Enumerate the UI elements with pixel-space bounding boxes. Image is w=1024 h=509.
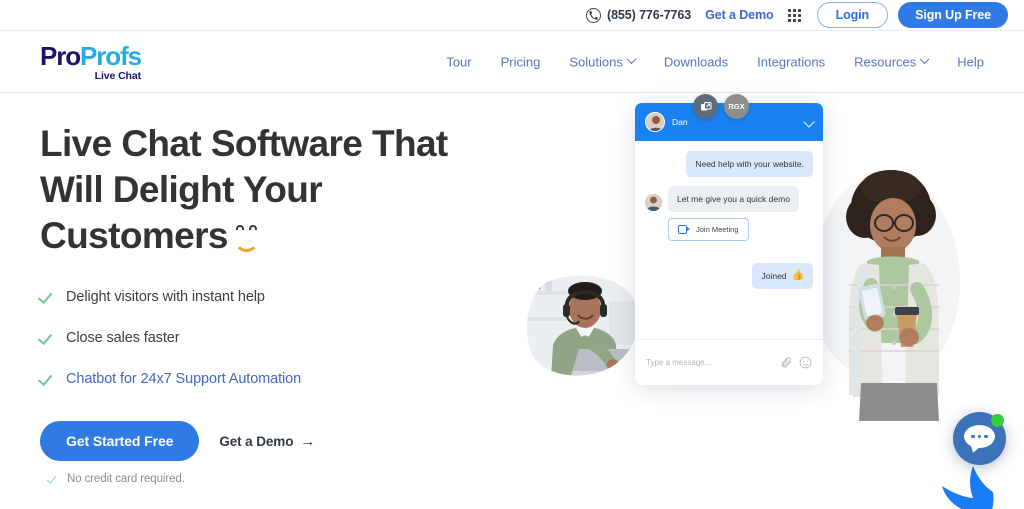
agent-avatar xyxy=(645,112,665,132)
phone-icon xyxy=(586,8,601,23)
chat-message: Let me give you a quick demo xyxy=(645,186,813,212)
chevron-down-icon[interactable] xyxy=(803,116,814,127)
bullet-label: Delight visitors with instant help xyxy=(66,289,265,305)
nav-item-help[interactable]: Help xyxy=(957,54,984,69)
headline-line-2: Will Delight Your xyxy=(40,169,322,210)
support-agent-with-headset-photo xyxy=(523,271,645,379)
hero-copy: Live Chat Software That Will Delight You… xyxy=(40,121,510,485)
no-credit-card-note: No credit card required. xyxy=(48,473,510,485)
nav-item-downloads[interactable]: Downloads xyxy=(664,54,728,69)
check-icon xyxy=(48,475,59,484)
chevron-down-icon xyxy=(920,54,930,64)
bullet-label: Close sales faster xyxy=(66,330,179,346)
smiley-face-icon xyxy=(232,223,262,253)
chat-composer: Type a message... xyxy=(635,339,823,385)
list-item: Close sales faster xyxy=(40,330,510,346)
get-started-free-button[interactable]: Get Started Free xyxy=(40,421,199,461)
main-navigation: ProProfs Live Chat Tour Pricing Solution… xyxy=(0,30,1024,93)
headline-line-1: Live Chat Software That xyxy=(40,123,448,164)
list-item: Delight visitors with instant help xyxy=(40,289,510,305)
chat-window: Dan RGX Need help with your website. xyxy=(635,103,823,385)
check-icon xyxy=(40,374,55,384)
chat-launcher-button[interactable] xyxy=(953,412,1006,465)
nav-item-solutions[interactable]: Solutions xyxy=(569,54,634,69)
signup-free-button[interactable]: Sign Up Free xyxy=(898,2,1008,28)
check-icon xyxy=(40,292,55,302)
thumbs-up-icon: 👍 xyxy=(792,271,804,281)
nav-item-integrations[interactable]: Integrations xyxy=(757,54,825,69)
phone-number: (855) 776-7763 xyxy=(607,8,691,22)
top-get-a-demo-link[interactable]: Get a Demo xyxy=(705,8,773,22)
demo-link-label: Get a Demo xyxy=(219,434,293,449)
message-input[interactable]: Type a message... xyxy=(646,358,774,367)
phone-contact[interactable]: (855) 776-7763 xyxy=(586,8,691,23)
hero-illustration: Dan RGX Need help with your website. xyxy=(505,93,1005,477)
woman-with-phone-and-coffee-photo xyxy=(805,165,973,421)
hero-section: Live Chat Software That Will Delight You… xyxy=(0,93,1024,477)
proprofs-logo[interactable]: ProProfs Live Chat xyxy=(40,42,141,81)
popout-window-icon[interactable] xyxy=(693,94,718,119)
chat-message: Joined 👍 xyxy=(645,263,813,289)
status-badge: RGX xyxy=(724,94,749,119)
nav-links: Tour Pricing Solutions Downloads Integra… xyxy=(446,54,984,69)
chat-bubble-icon xyxy=(964,425,995,452)
paperclip-icon[interactable] xyxy=(780,356,793,369)
nav-label: Tour xyxy=(446,54,471,69)
message-joined: Joined 👍 xyxy=(752,263,813,289)
login-button[interactable]: Login xyxy=(817,2,889,28)
landing-page: (855) 776-7763 Get a Demo Login Sign Up … xyxy=(0,0,1024,509)
join-meeting-label: Join Meeting xyxy=(696,225,739,234)
nav-item-pricing[interactable]: Pricing xyxy=(501,54,541,69)
check-icon xyxy=(40,333,55,343)
nav-label: Pricing xyxy=(501,54,541,69)
apps-grid-icon[interactable] xyxy=(788,9,801,22)
nav-label: Downloads xyxy=(664,54,728,69)
arrow-right-icon: → xyxy=(300,434,315,449)
nav-item-tour[interactable]: Tour xyxy=(446,54,471,69)
bullet-label-chatbot-link[interactable]: Chatbot for 24x7 Support Automation xyxy=(66,371,301,387)
hero-get-a-demo-link[interactable]: Get a Demo → xyxy=(219,434,315,449)
join-meeting-button[interactable]: Join Meeting xyxy=(668,218,749,241)
nav-label: Integrations xyxy=(757,54,825,69)
list-item[interactable]: Chatbot for 24x7 Support Automation xyxy=(40,371,510,387)
nav-label: Resources xyxy=(854,54,916,69)
message-text: Let me give you a quick demo xyxy=(668,186,799,212)
no-credit-card-label: No credit card required. xyxy=(67,473,185,485)
chat-message-list: Need help with your website. Let me give… xyxy=(635,141,823,339)
nav-item-resources[interactable]: Resources xyxy=(854,54,928,69)
feature-bullet-list: Delight visitors with instant help Close… xyxy=(40,289,510,387)
message-text: Joined xyxy=(761,270,786,282)
utility-bar: (855) 776-7763 Get a Demo Login Sign Up … xyxy=(0,0,1024,30)
chat-message: Need help with your website. xyxy=(645,151,813,177)
video-camera-icon xyxy=(678,225,690,234)
logo-text-pro: Pro xyxy=(40,40,80,70)
page-title: Live Chat Software That Will Delight You… xyxy=(40,121,510,259)
nav-label: Help xyxy=(957,54,984,69)
chat-header: Dan RGX xyxy=(635,103,823,141)
agent-avatar xyxy=(645,194,662,211)
chat-agent-name: Dan xyxy=(672,117,688,127)
chevron-down-icon xyxy=(626,54,636,64)
headline-line-3: Customers xyxy=(40,215,228,256)
logo-subtitle: Live Chat xyxy=(40,70,141,81)
smiley-emoji-icon[interactable] xyxy=(799,356,812,369)
message-text: Need help with your website. xyxy=(686,151,813,177)
logo-text-profs: Profs xyxy=(80,40,141,70)
nav-label: Solutions xyxy=(569,54,622,69)
cta-row: Get Started Free Get a Demo → xyxy=(40,421,510,461)
